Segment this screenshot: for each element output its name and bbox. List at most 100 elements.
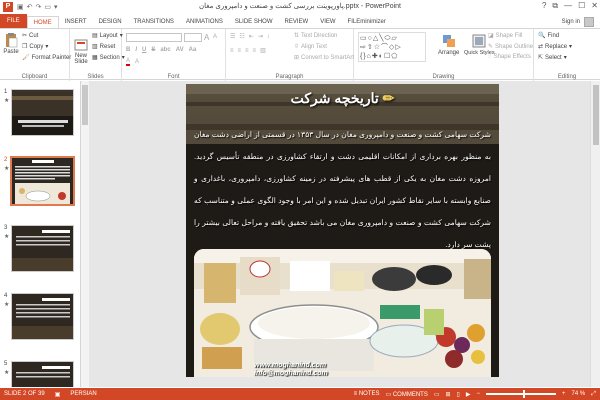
arrange-button[interactable]: Arrange — [438, 33, 459, 56]
tab-view[interactable]: VIEW — [314, 16, 341, 28]
new-slide-button[interactable]: New Slide — [73, 37, 89, 65]
tab-insert[interactable]: INSERT — [59, 16, 93, 28]
zoom-out-button[interactable]: − — [476, 391, 480, 397]
dairy-products-photo[interactable]: www.moghanind.com info@moghanind.com — [194, 249, 491, 377]
tab-fileminimizer[interactable]: FILEminimizer — [342, 16, 392, 28]
sign-in-link[interactable]: Sign in — [562, 19, 580, 25]
comments-button[interactable]: ▭ COMMENTS — [385, 391, 427, 398]
align-text-button[interactable]: ⇳ Align Text — [294, 43, 327, 51]
tab-home[interactable]: HOME — [26, 16, 59, 28]
shape-effects-button[interactable]: ◌ Shape Effects — [488, 54, 531, 60]
close-button[interactable]: ✕ — [591, 1, 598, 11]
slide-thumbnail-3[interactable] — [11, 225, 74, 272]
select-button[interactable]: ⇱ Select ▾ — [538, 54, 567, 62]
paste-button[interactable]: Paste — [3, 32, 19, 55]
slide-thumbnail-4[interactable] — [11, 293, 74, 340]
thumbnails-scrollbar[interactable] — [81, 81, 89, 387]
cut-button[interactable]: ✂ Cut — [22, 32, 38, 40]
replace-button[interactable]: ⇄ Replace ▾ — [538, 43, 572, 51]
bullets-icon[interactable]: ☰ — [230, 33, 235, 40]
slide-thumbnail-1[interactable] — [11, 89, 74, 136]
section-button[interactable]: ▦ Section ▾ — [92, 54, 125, 62]
slide-thumbnail-2[interactable] — [10, 156, 75, 206]
text-direction-button[interactable]: ⇅ Text Direction — [294, 32, 337, 40]
justify-icon[interactable]: ≡ — [253, 48, 257, 54]
language-indicator[interactable]: PERSIAN — [70, 391, 96, 397]
slide-body-text[interactable]: شرکت سهامی کشت و صنعت و دامپروری مغان در… — [194, 124, 491, 256]
layout-button[interactable]: ▤ Layout ▾ — [92, 32, 123, 40]
tab-file[interactable]: FILE — [0, 14, 27, 28]
copy-button[interactable]: ❐ Copy ▾ — [22, 43, 48, 51]
reset-icon: ▥ — [92, 44, 98, 50]
shape-fill-button[interactable]: ◪ Shape Fill — [488, 32, 522, 40]
shapes-gallery[interactable]: ▭○△╲⬭▱ ⇨⇧☆⌒◇▷ {}⌂✚◐☐⬠ — [358, 32, 426, 62]
bold-icon[interactable]: B — [126, 47, 130, 53]
font-group: A A B I U S abc AV Aa A A Font — [122, 29, 226, 81]
ribbon-tabs: FILE HOME INSERT DESIGN TRANSITIONS ANIM… — [0, 14, 600, 28]
maximize-button[interactable]: ☐ — [578, 1, 585, 11]
drawing-group: ▭○△╲⬭▱ ⇨⇧☆⌒◇▷ {}⌂✚◐☐⬠ Arrange Quick Styles… — [354, 29, 534, 81]
thumbnails-scroll-thumb[interactable] — [82, 85, 88, 125]
increase-indent-icon[interactable]: ⇥ — [258, 33, 263, 40]
find-button[interactable]: 🔍 Find — [538, 32, 559, 40]
zoom-slider[interactable] — [485, 390, 556, 398]
editing-group-label: Editing — [557, 74, 577, 80]
format-painter-button[interactable]: 🖌 Format Painter — [22, 54, 71, 62]
font-size-input[interactable] — [184, 33, 202, 42]
shape-effects-label: Shape Effects — [493, 54, 531, 60]
columns-icon[interactable]: ▥ — [260, 47, 266, 54]
line-spacing-icon[interactable]: ↕ — [267, 34, 270, 40]
normal-view-icon[interactable]: ▭ — [434, 391, 440, 398]
tab-slide-show[interactable]: SLIDE SHOW — [229, 16, 279, 28]
help-button[interactable]: ? — [542, 1, 546, 11]
decrease-indent-icon[interactable]: ⇤ — [249, 33, 254, 40]
increase-font-button[interactable]: A — [204, 33, 209, 42]
fit-slide-icon[interactable]: ⤢ — [591, 391, 596, 398]
spellcheck-icon[interactable]: ▣ — [55, 391, 61, 398]
zoom-in-button[interactable]: + — [562, 391, 566, 397]
reading-view-icon[interactable]: ▯ — [457, 391, 460, 398]
clear-format-icon[interactable]: A — [135, 59, 139, 65]
slide-counter[interactable]: SLIDE 2 OF 39 — [4, 391, 45, 397]
change-case-icon[interactable]: Aa — [189, 47, 197, 53]
tab-design[interactable]: DESIGN — [93, 16, 128, 28]
slide-scrollbar[interactable] — [590, 81, 600, 387]
notes-button[interactable]: ≡ NOTES — [354, 391, 380, 397]
paste-icon — [6, 33, 18, 48]
align-left-icon[interactable]: ≡ — [230, 48, 234, 54]
align-right-icon[interactable]: ≡ — [245, 48, 249, 54]
slide-scroll-thumb[interactable] — [593, 85, 599, 145]
strikethrough-icon[interactable]: S — [151, 47, 155, 53]
underline-icon[interactable]: U — [142, 47, 146, 53]
tab-transitions[interactable]: TRANSITIONS — [128, 16, 180, 28]
search-icon: 🔍 — [538, 33, 546, 39]
italic-icon[interactable]: I — [135, 47, 137, 53]
convert-smartart-button[interactable]: ⊞ Convert to SmartArt — [294, 54, 354, 62]
tab-animations[interactable]: ANIMATIONS — [180, 16, 229, 28]
align-center-icon[interactable]: ≡ — [238, 48, 242, 54]
reset-button[interactable]: ▥ Reset — [92, 43, 115, 51]
current-slide[interactable]: ✏ تاریخچه شرکت شرکت سهامی کشت و صنعت و د… — [186, 84, 499, 377]
slide-thumbnail-5[interactable] — [11, 361, 74, 387]
char-spacing-icon[interactable]: AV — [176, 47, 184, 53]
numbering-icon[interactable]: ☷ — [239, 33, 244, 40]
slides-group-label: Slides — [87, 74, 104, 80]
tab-review[interactable]: REVIEW — [279, 16, 315, 28]
slide-thumbnails-pane: 1 ★ 2 ★ 3 ★ 4 ★ 5 ★ — [0, 81, 81, 387]
thumb-1-image — [12, 90, 73, 135]
shape-outline-label: Shape Outline — [495, 43, 534, 50]
shape-outline-button[interactable]: ✎ Shape Outline — [488, 43, 534, 51]
avatar[interactable] — [584, 17, 594, 27]
slide-sorter-icon[interactable]: ⊞ — [446, 391, 451, 398]
status-left: SLIDE 2 OF 39 ▣ PERSIAN — [4, 391, 97, 398]
font-name-input[interactable] — [126, 33, 182, 42]
minimize-button[interactable]: — — [564, 1, 572, 11]
zoom-level[interactable]: 74 % — [572, 391, 586, 397]
shadow-icon[interactable]: abc — [160, 47, 170, 53]
decrease-font-button[interactable]: A — [213, 34, 217, 40]
zoom-slider-knob[interactable] — [523, 390, 526, 398]
ribbon-display-button[interactable]: ⧉ — [552, 1, 558, 11]
slideshow-view-icon[interactable]: ▶ — [466, 391, 471, 398]
slide-title[interactable]: ✏ تاریخچه شرکت — [186, 90, 499, 107]
font-color-icon[interactable]: A — [126, 58, 131, 66]
